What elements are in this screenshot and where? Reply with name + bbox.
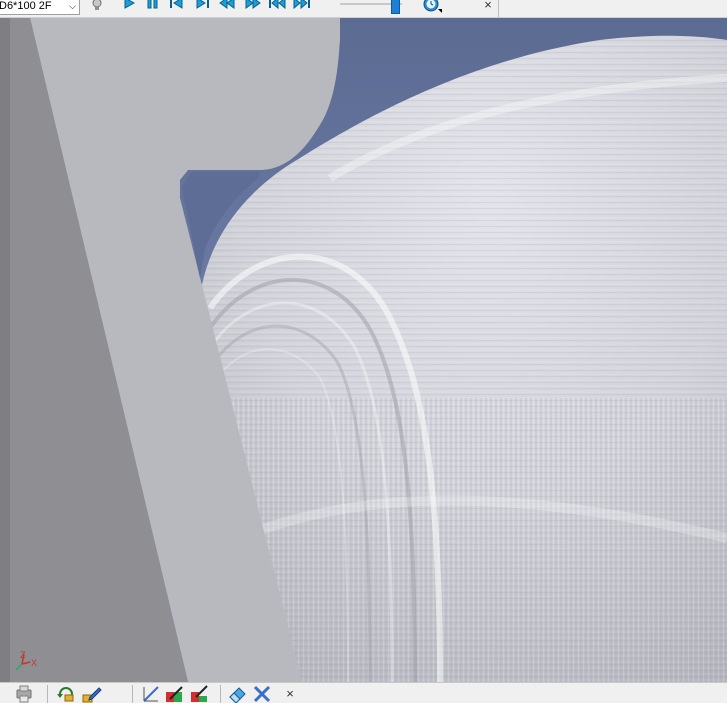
refresh-icon[interactable] <box>56 685 76 703</box>
fast-forward-icon[interactable] <box>244 0 262 14</box>
tool-select-value: D6*100 2F <box>0 0 52 12</box>
simulation-toolbar: D6*100 2F ⌵ × <box>0 0 727 18</box>
go-end-icon[interactable] <box>292 0 310 14</box>
go-start-icon[interactable] <box>268 0 286 14</box>
machining-scene: Z X <box>0 18 727 682</box>
simulation-viewport[interactable]: Z X <box>0 18 727 682</box>
clock-icon[interactable] <box>421 0 443 14</box>
compare-model-icon[interactable] <box>165 685 185 703</box>
eraser-icon[interactable] <box>228 685 248 703</box>
toolbar-divider <box>498 0 499 17</box>
chevron-down-icon: ⌵ <box>69 1 76 11</box>
rewind-icon[interactable] <box>218 0 236 14</box>
step-back-icon[interactable] <box>168 0 186 14</box>
clear-tools-icon[interactable] <box>252 685 272 703</box>
speed-slider-thumb[interactable] <box>391 0 400 14</box>
close-icon[interactable]: × <box>481 0 495 13</box>
measure-icon[interactable] <box>190 685 210 703</box>
tool-select[interactable]: D6*100 2F ⌵ <box>0 0 80 15</box>
axis-label-z: Z <box>20 650 26 660</box>
check-collision-icon[interactable] <box>141 685 161 703</box>
pause-icon[interactable] <box>144 0 162 14</box>
close-icon[interactable]: × <box>283 687 297 701</box>
step-forward-icon[interactable] <box>194 0 212 14</box>
printer-icon[interactable] <box>14 685 34 703</box>
bulb-icon[interactable] <box>88 0 106 14</box>
axis-label-x: X <box>31 658 37 668</box>
edit-pencil-icon[interactable] <box>82 685 102 703</box>
play-icon[interactable] <box>120 0 138 14</box>
bottom-toolbar: × <box>0 682 727 703</box>
